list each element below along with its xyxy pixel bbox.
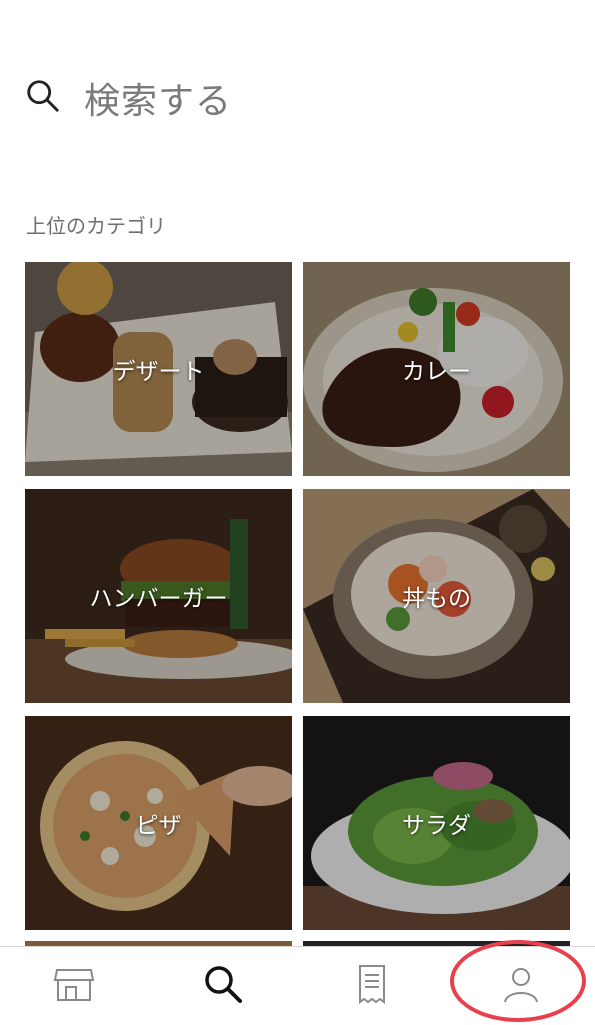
store-icon (52, 962, 96, 1010)
search-icon (24, 77, 62, 119)
category-label: ピザ (135, 813, 182, 839)
account-icon (499, 962, 543, 1010)
section-title: 上位のカテゴリ (26, 214, 166, 238)
category-label: ハンバーガー (89, 586, 228, 612)
search-bar[interactable]: 検索する (24, 70, 564, 126)
search-icon (201, 962, 245, 1010)
category-tile-burger[interactable]: ハンバーガー (25, 489, 292, 703)
category-tile-salad[interactable]: サラダ (303, 716, 570, 930)
tab-home[interactable] (34, 956, 114, 1016)
category-tile-dessert[interactable]: デザート (25, 262, 292, 476)
category-label: 丼もの (402, 586, 471, 612)
tab-orders[interactable] (332, 956, 412, 1016)
category-tile-curry[interactable]: カレー (303, 262, 570, 476)
category-grid: デザート カレー ハンバーガー 丼もの ピザ サラダ (25, 262, 570, 930)
category-label: サラダ (402, 813, 471, 839)
tab-search[interactable] (183, 956, 263, 1016)
search-placeholder: 検索する (84, 81, 233, 122)
tab-bar (0, 946, 595, 1025)
category-label: デザート (112, 359, 205, 385)
tab-account[interactable] (481, 956, 561, 1016)
category-label: カレー (402, 359, 471, 385)
receipt-icon (350, 962, 394, 1010)
category-tile-donburi[interactable]: 丼もの (303, 489, 570, 703)
category-tile-pizza[interactable]: ピザ (25, 716, 292, 930)
